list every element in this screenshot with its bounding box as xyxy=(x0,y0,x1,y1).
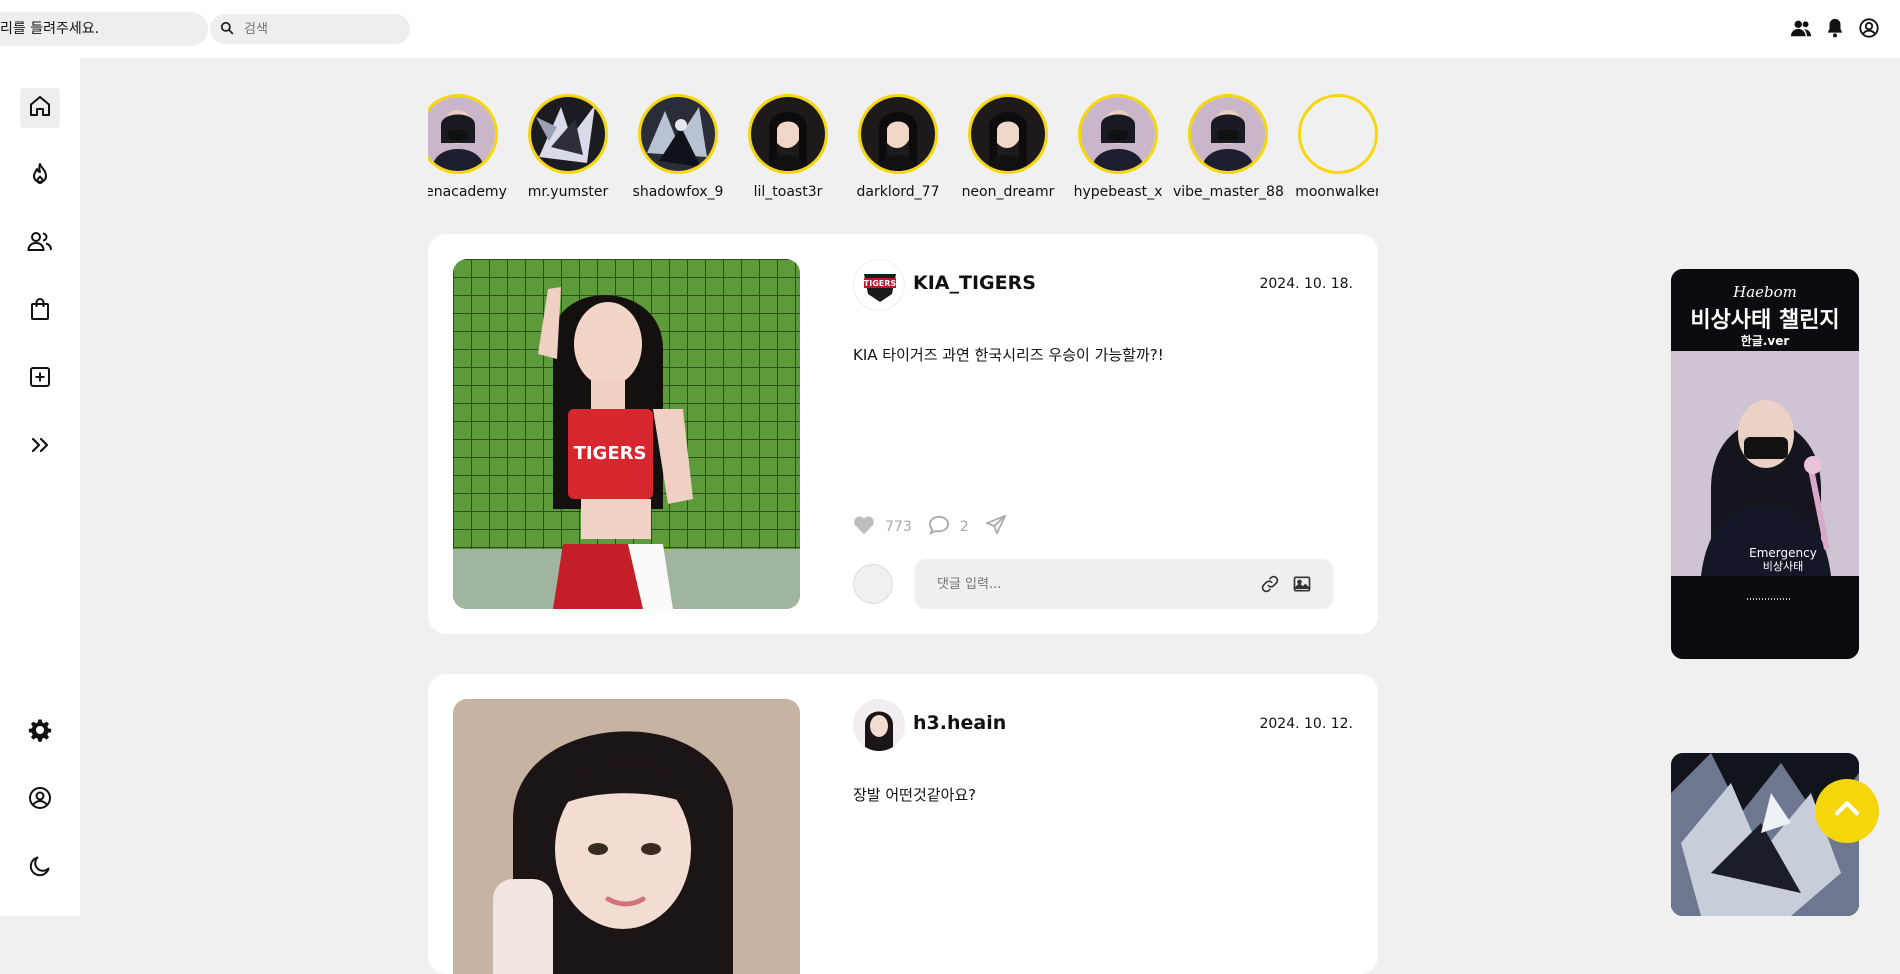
ad-banner[interactable]: Haebom 비상사태 챌린지 한글.ver Emergency 비상사태 xyxy=(1671,269,1859,659)
story-avatar[interactable] xyxy=(528,94,608,174)
post-date: 2024. 10. 18. xyxy=(1259,276,1353,292)
story-avatar[interactable] xyxy=(968,94,1048,174)
post-author-avatar[interactable]: TIGERS xyxy=(853,259,905,311)
plus-square-icon xyxy=(28,365,52,393)
ad-overlay-ko: 비상사태 xyxy=(1763,560,1803,573)
story-item[interactable]: hypebeast_x xyxy=(1063,94,1173,200)
story-username: moonwalker xyxy=(1295,184,1378,200)
announcement-marquee: 리를 들려주세요. xyxy=(0,12,208,46)
nav-expand[interactable] xyxy=(20,427,60,467)
story-item[interactable]: shadowfox_9 xyxy=(623,94,733,200)
story-username: shadowfox_9 xyxy=(632,184,724,200)
post-username[interactable]: KIA_TIGERS xyxy=(913,272,1036,294)
story-item[interactable]: moonwalker xyxy=(1283,94,1378,200)
story-item[interactable]: ezenacademy xyxy=(428,94,513,200)
story-username: vibe_master_88 xyxy=(1173,184,1284,200)
story-avatar[interactable] xyxy=(638,94,718,174)
share-icon[interactable] xyxy=(985,514,1007,540)
team-logo-text: TIGERS xyxy=(864,279,897,288)
post-date: 2024. 10. 12. xyxy=(1259,716,1353,732)
post-text: 장발 어떤것같아요? xyxy=(853,786,977,804)
post-author-avatar[interactable] xyxy=(853,699,905,751)
people-icon[interactable] xyxy=(1790,17,1812,39)
nav-settings[interactable] xyxy=(20,712,60,752)
comment-count: 2 xyxy=(959,519,969,535)
story-item[interactable]: lil_toast3r xyxy=(733,94,843,200)
home-icon xyxy=(28,94,52,122)
marquee-text: 리를 들려주세요. xyxy=(0,21,100,37)
shopping-bag-icon xyxy=(28,297,52,325)
story-item[interactable]: neon_dreamr xyxy=(953,94,1063,200)
gear-icon xyxy=(28,718,52,746)
fire-icon xyxy=(28,162,52,190)
comment-icon[interactable] xyxy=(928,515,950,539)
ad-brand: Haebom xyxy=(1732,283,1797,301)
users-icon xyxy=(27,229,53,257)
story-item[interactable]: darklord_77 xyxy=(843,94,953,200)
nav-home[interactable] xyxy=(20,88,60,128)
story-item[interactable]: mr.yumster xyxy=(513,94,623,200)
post-stats: 773 2 xyxy=(853,514,1007,540)
nav-trending[interactable] xyxy=(20,156,60,196)
post-text: KIA 타이거즈 과연 한국시리즈 우승이 가능할까?! xyxy=(853,346,1164,364)
nav-create[interactable] xyxy=(20,359,60,399)
image-icon[interactable] xyxy=(1291,573,1313,595)
commenter-avatar xyxy=(853,564,893,604)
comment-box[interactable] xyxy=(915,559,1333,609)
search-icon[interactable] xyxy=(220,20,234,39)
story-username: ezenacademy xyxy=(428,184,507,200)
post-card: h3.heain 2024. 10. 12. 장발 어떤것같아요? xyxy=(428,674,1378,974)
nav-dark-mode[interactable] xyxy=(20,848,60,888)
story-username: lil_toast3r xyxy=(753,184,823,200)
post-image[interactable] xyxy=(453,699,800,974)
story-username: mr.yumster xyxy=(527,184,609,200)
comment-input[interactable] xyxy=(935,575,1249,593)
story-username: hypebeast_x xyxy=(1073,184,1163,200)
left-sidebar xyxy=(0,58,80,916)
bell-icon[interactable] xyxy=(1824,17,1846,39)
search-input[interactable] xyxy=(242,20,396,38)
story-username: neon_dreamr xyxy=(961,184,1055,200)
top-bar: 리를 들려주세요. xyxy=(0,0,1900,58)
post-image[interactable]: TIGERS xyxy=(453,259,800,609)
story-username: darklord_77 xyxy=(856,184,940,200)
ad-subtitle: 한글.ver xyxy=(1741,333,1790,348)
moon-icon xyxy=(28,854,52,882)
story-avatar[interactable] xyxy=(1078,94,1158,174)
search-bar[interactable] xyxy=(210,14,410,44)
story-item[interactable]: vibe_master_88 xyxy=(1173,94,1284,200)
story-avatar[interactable] xyxy=(858,94,938,174)
story-avatar[interactable] xyxy=(1298,94,1378,174)
ad-title: 비상사태 챌린지 xyxy=(1690,308,1839,333)
story-avatar[interactable] xyxy=(1188,94,1268,174)
post-username[interactable]: h3.heain xyxy=(913,712,1006,734)
post-card: TIGERS TIGERS KIA_TIGERS 2024. 10. 18. K… xyxy=(428,234,1378,634)
user-circle-icon xyxy=(28,786,52,814)
link-icon[interactable] xyxy=(1259,573,1281,595)
nav-friends[interactable] xyxy=(20,223,60,263)
nav-profile[interactable] xyxy=(20,780,60,820)
chevrons-right-icon xyxy=(28,433,52,461)
chevron-up-icon xyxy=(1830,792,1864,830)
scroll-top-button[interactable] xyxy=(1815,779,1879,843)
jersey-text: TIGERS xyxy=(574,443,647,464)
heart-icon[interactable] xyxy=(853,515,875,539)
story-avatar[interactable] xyxy=(428,94,498,174)
story-avatar[interactable] xyxy=(748,94,828,174)
ad-overlay-en: Emergency xyxy=(1749,546,1817,560)
stories-row: ezenacademy mr.yumster shadowfox_9 lil_t… xyxy=(428,94,1378,204)
like-count: 773 xyxy=(885,519,912,535)
user-circle-icon[interactable] xyxy=(1858,17,1880,39)
nav-shop[interactable] xyxy=(20,291,60,331)
